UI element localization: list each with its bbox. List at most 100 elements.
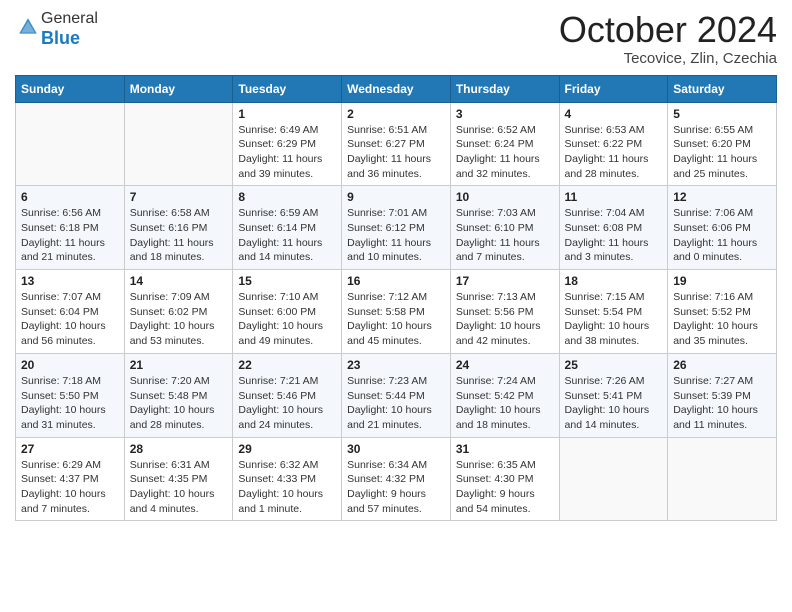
day-info: Sunrise: 7:04 AM Sunset: 6:08 PM Dayligh… bbox=[565, 206, 663, 265]
day-info: Sunrise: 6:29 AM Sunset: 4:37 PM Dayligh… bbox=[21, 458, 119, 517]
week-row-5: 27 Sunrise: 6:29 AM Sunset: 4:37 PM Dayli… bbox=[16, 437, 777, 521]
day-info: Sunrise: 7:10 AM Sunset: 6:00 PM Dayligh… bbox=[238, 290, 336, 349]
logo-icon bbox=[17, 16, 39, 38]
table-row: 4 Sunrise: 6:53 AM Sunset: 6:22 PM Daylig… bbox=[559, 102, 668, 186]
table-row: 14 Sunrise: 7:09 AM Sunset: 6:02 PM Dayli… bbox=[124, 270, 233, 354]
week-row-2: 6 Sunrise: 6:56 AM Sunset: 6:18 PM Daylig… bbox=[16, 186, 777, 270]
day-number: 17 bbox=[456, 274, 554, 288]
day-number: 27 bbox=[21, 442, 119, 456]
day-info: Sunrise: 7:03 AM Sunset: 6:10 PM Dayligh… bbox=[456, 206, 554, 265]
header-day-friday: Friday bbox=[559, 75, 668, 102]
day-info: Sunrise: 6:53 AM Sunset: 6:22 PM Dayligh… bbox=[565, 123, 663, 182]
day-number: 13 bbox=[21, 274, 119, 288]
table-row: 24 Sunrise: 7:24 AM Sunset: 5:42 PM Dayli… bbox=[450, 353, 559, 437]
day-info: Sunrise: 6:35 AM Sunset: 4:30 PM Dayligh… bbox=[456, 458, 554, 517]
day-info: Sunrise: 6:55 AM Sunset: 6:20 PM Dayligh… bbox=[673, 123, 771, 182]
table-row: 13 Sunrise: 7:07 AM Sunset: 6:04 PM Dayli… bbox=[16, 270, 125, 354]
day-info: Sunrise: 6:56 AM Sunset: 6:18 PM Dayligh… bbox=[21, 206, 119, 265]
day-number: 6 bbox=[21, 190, 119, 204]
header-row: SundayMondayTuesdayWednesdayThursdayFrid… bbox=[16, 75, 777, 102]
header-day-wednesday: Wednesday bbox=[342, 75, 451, 102]
day-info: Sunrise: 7:18 AM Sunset: 5:50 PM Dayligh… bbox=[21, 374, 119, 433]
day-info: Sunrise: 7:21 AM Sunset: 5:46 PM Dayligh… bbox=[238, 374, 336, 433]
day-number: 20 bbox=[21, 358, 119, 372]
day-info: Sunrise: 7:23 AM Sunset: 5:44 PM Dayligh… bbox=[347, 374, 445, 433]
day-number: 8 bbox=[238, 190, 336, 204]
day-info: Sunrise: 7:24 AM Sunset: 5:42 PM Dayligh… bbox=[456, 374, 554, 433]
table-row: 28Sunrise: 6:31 AM Sunset: 4:35 PM Dayli… bbox=[124, 437, 233, 521]
table-row: 15 Sunrise: 7:10 AM Sunset: 6:00 PM Dayli… bbox=[233, 270, 342, 354]
day-info: Sunrise: 7:15 AM Sunset: 5:54 PM Dayligh… bbox=[565, 290, 663, 349]
day-number: 2 bbox=[347, 107, 445, 121]
table-row: 29 Sunrise: 6:32 AM Sunset: 4:33 PM Dayli… bbox=[233, 437, 342, 521]
day-number: 16 bbox=[347, 274, 445, 288]
day-info: Sunrise: 6:59 AM Sunset: 6:14 PM Dayligh… bbox=[238, 206, 336, 265]
logo-text: General Blue bbox=[41, 10, 98, 50]
calendar-title: October 2024 bbox=[559, 10, 777, 50]
table-row: 30 Sunrise: 6:34 AM Sunset: 4:32 PM Dayli… bbox=[342, 437, 451, 521]
header-day-monday: Monday bbox=[124, 75, 233, 102]
day-number: 3 bbox=[456, 107, 554, 121]
table-row bbox=[16, 102, 125, 186]
table-row: 6 Sunrise: 6:56 AM Sunset: 6:18 PM Daylig… bbox=[16, 186, 125, 270]
day-info: Sunrise: 6:34 AM Sunset: 4:32 PM Dayligh… bbox=[347, 458, 445, 517]
day-number: 4 bbox=[565, 107, 663, 121]
table-row: 16 Sunrise: 7:12 AM Sunset: 5:58 PM Dayli… bbox=[342, 270, 451, 354]
table-row bbox=[124, 102, 233, 186]
table-row: 20 Sunrise: 7:18 AM Sunset: 5:50 PM Dayli… bbox=[16, 353, 125, 437]
day-number: 1 bbox=[238, 107, 336, 121]
table-row: 19 Sunrise: 7:16 AM Sunset: 5:52 PM Dayli… bbox=[668, 270, 777, 354]
day-number: 19 bbox=[673, 274, 771, 288]
day-info: Sunrise: 7:26 AM Sunset: 5:41 PM Dayligh… bbox=[565, 374, 663, 433]
day-number: 10 bbox=[456, 190, 554, 204]
day-number: 15 bbox=[238, 274, 336, 288]
table-row bbox=[559, 437, 668, 521]
day-info: Sunrise: 7:07 AM Sunset: 6:04 PM Dayligh… bbox=[21, 290, 119, 349]
day-number: 5 bbox=[673, 107, 771, 121]
table-row: 25Sunrise: 7:26 AM Sunset: 5:41 PM Dayli… bbox=[559, 353, 668, 437]
day-number: 23 bbox=[347, 358, 445, 372]
day-info: Sunrise: 6:51 AM Sunset: 6:27 PM Dayligh… bbox=[347, 123, 445, 182]
header-day-tuesday: Tuesday bbox=[233, 75, 342, 102]
day-number: 30 bbox=[347, 442, 445, 456]
table-row: 22 Sunrise: 7:21 AM Sunset: 5:46 PM Dayli… bbox=[233, 353, 342, 437]
day-number: 24 bbox=[456, 358, 554, 372]
table-row: 26Sunrise: 7:27 AM Sunset: 5:39 PM Dayli… bbox=[668, 353, 777, 437]
table-row: 5 Sunrise: 6:55 AM Sunset: 6:20 PM Daylig… bbox=[668, 102, 777, 186]
day-number: 18 bbox=[565, 274, 663, 288]
header-day-thursday: Thursday bbox=[450, 75, 559, 102]
day-info: Sunrise: 6:32 AM Sunset: 4:33 PM Dayligh… bbox=[238, 458, 336, 517]
week-row-1: 1 Sunrise: 6:49 AM Sunset: 6:29 PM Daylig… bbox=[16, 102, 777, 186]
day-number: 12 bbox=[673, 190, 771, 204]
day-info: Sunrise: 7:16 AM Sunset: 5:52 PM Dayligh… bbox=[673, 290, 771, 349]
day-info: Sunrise: 7:12 AM Sunset: 5:58 PM Dayligh… bbox=[347, 290, 445, 349]
day-info: Sunrise: 7:06 AM Sunset: 6:06 PM Dayligh… bbox=[673, 206, 771, 265]
day-info: Sunrise: 7:09 AM Sunset: 6:02 PM Dayligh… bbox=[130, 290, 228, 349]
day-number: 26 bbox=[673, 358, 771, 372]
page-header: General Blue October 2024 Tecovice, Zlin… bbox=[15, 10, 777, 67]
table-row: 27 Sunrise: 6:29 AM Sunset: 4:37 PM Dayli… bbox=[16, 437, 125, 521]
table-row: 21Sunrise: 7:20 AM Sunset: 5:48 PM Dayli… bbox=[124, 353, 233, 437]
day-number: 14 bbox=[130, 274, 228, 288]
logo-blue-text: Blue bbox=[41, 28, 80, 48]
calendar-subtitle: Tecovice, Zlin, Czechia bbox=[559, 50, 777, 67]
table-row: 7Sunrise: 6:58 AM Sunset: 6:16 PM Daylig… bbox=[124, 186, 233, 270]
day-number: 22 bbox=[238, 358, 336, 372]
day-number: 7 bbox=[130, 190, 228, 204]
day-number: 9 bbox=[347, 190, 445, 204]
day-info: Sunrise: 6:49 AM Sunset: 6:29 PM Dayligh… bbox=[238, 123, 336, 182]
day-info: Sunrise: 7:20 AM Sunset: 5:48 PM Dayligh… bbox=[130, 374, 228, 433]
header-day-sunday: Sunday bbox=[16, 75, 125, 102]
table-row: 8 Sunrise: 6:59 AM Sunset: 6:14 PM Daylig… bbox=[233, 186, 342, 270]
table-row: 2 Sunrise: 6:51 AM Sunset: 6:27 PM Daylig… bbox=[342, 102, 451, 186]
day-number: 29 bbox=[238, 442, 336, 456]
calendar-table: SundayMondayTuesdayWednesdayThursdayFrid… bbox=[15, 75, 777, 522]
header-day-saturday: Saturday bbox=[668, 75, 777, 102]
table-row: 3 Sunrise: 6:52 AM Sunset: 6:24 PM Daylig… bbox=[450, 102, 559, 186]
week-row-3: 13 Sunrise: 7:07 AM Sunset: 6:04 PM Dayli… bbox=[16, 270, 777, 354]
day-info: Sunrise: 7:01 AM Sunset: 6:12 PM Dayligh… bbox=[347, 206, 445, 265]
table-row: 12 Sunrise: 7:06 AM Sunset: 6:06 PM Dayli… bbox=[668, 186, 777, 270]
day-info: Sunrise: 6:31 AM Sunset: 4:35 PM Dayligh… bbox=[130, 458, 228, 517]
table-row: 18 Sunrise: 7:15 AM Sunset: 5:54 PM Dayli… bbox=[559, 270, 668, 354]
day-info: Sunrise: 6:52 AM Sunset: 6:24 PM Dayligh… bbox=[456, 123, 554, 182]
